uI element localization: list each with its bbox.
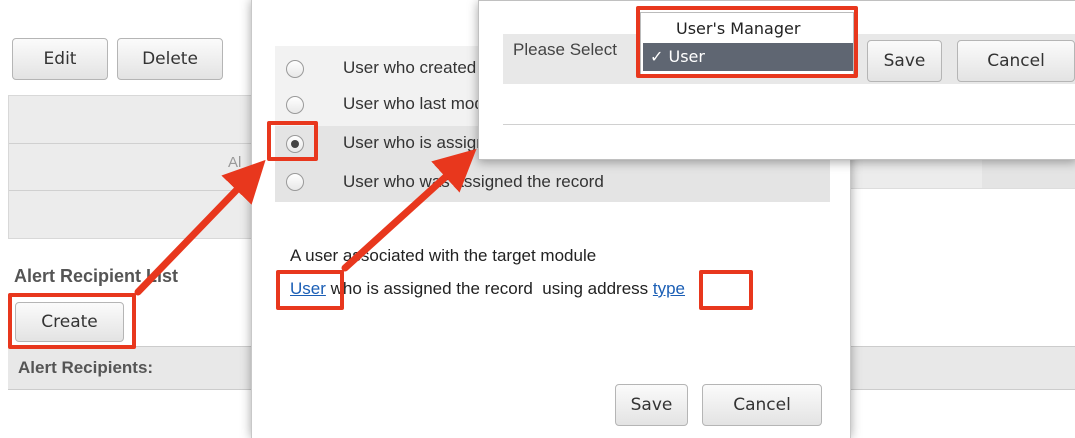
arrow-create-to-radio (134, 159, 266, 296)
arrow-user-to-options (341, 148, 477, 272)
annotation-arrows (134, 148, 477, 296)
